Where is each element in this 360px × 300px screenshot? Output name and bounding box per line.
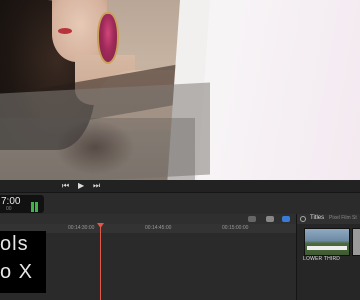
photo-lips bbox=[58, 28, 72, 34]
viewer-frame bbox=[0, 0, 360, 180]
dashboard-bar: 7:00 00 bbox=[0, 192, 360, 215]
browser-subtitle[interactable]: Pixel Film St bbox=[329, 215, 357, 221]
play-icon[interactable]: ▶ bbox=[78, 181, 84, 191]
timecode-display[interactable]: 7:00 00 bbox=[0, 195, 44, 213]
clip-appearance-icon[interactable] bbox=[266, 216, 274, 222]
audio-meter-icon bbox=[31, 199, 41, 212]
ruler-label: 00:14:45:00 bbox=[145, 225, 172, 231]
skip-forward-icon[interactable]: ⏭ bbox=[93, 181, 100, 191]
next-thumbnail[interactable] bbox=[352, 228, 360, 256]
browser-header: Titles Pixel Film St bbox=[297, 214, 360, 224]
browser-title: Titles bbox=[310, 215, 325, 221]
thumbnail-bar bbox=[307, 246, 347, 250]
timecode-sub: 00 bbox=[6, 206, 12, 212]
playhead[interactable] bbox=[100, 224, 101, 300]
overlay-text-line2: o X bbox=[0, 261, 34, 283]
skip-back-icon[interactable]: ⏮ bbox=[62, 181, 69, 191]
thumbnail-label: LOWER THIRD bbox=[303, 256, 341, 262]
snapping-icon[interactable] bbox=[282, 216, 290, 222]
title-overlay: ols o X bbox=[0, 231, 46, 293]
ruler-label: 00:15:00:00 bbox=[222, 225, 249, 231]
viewer bbox=[0, 0, 360, 180]
lower-third-thumbnail[interactable] bbox=[304, 228, 350, 256]
overlay-text-line1: ols bbox=[0, 233, 29, 255]
viewer-controls: ⏮ ▶ ⏭ bbox=[0, 180, 360, 192]
skimming-icon[interactable] bbox=[248, 216, 256, 222]
titles-browser: Titles Pixel Film St LOWER THIRD bbox=[296, 214, 360, 300]
photo-earring bbox=[97, 12, 119, 64]
photo-reflection bbox=[55, 120, 135, 175]
ruler-label: 00:14:30:00 bbox=[68, 225, 95, 231]
settings-icon[interactable] bbox=[300, 216, 306, 222]
timeline-header bbox=[0, 214, 296, 224]
